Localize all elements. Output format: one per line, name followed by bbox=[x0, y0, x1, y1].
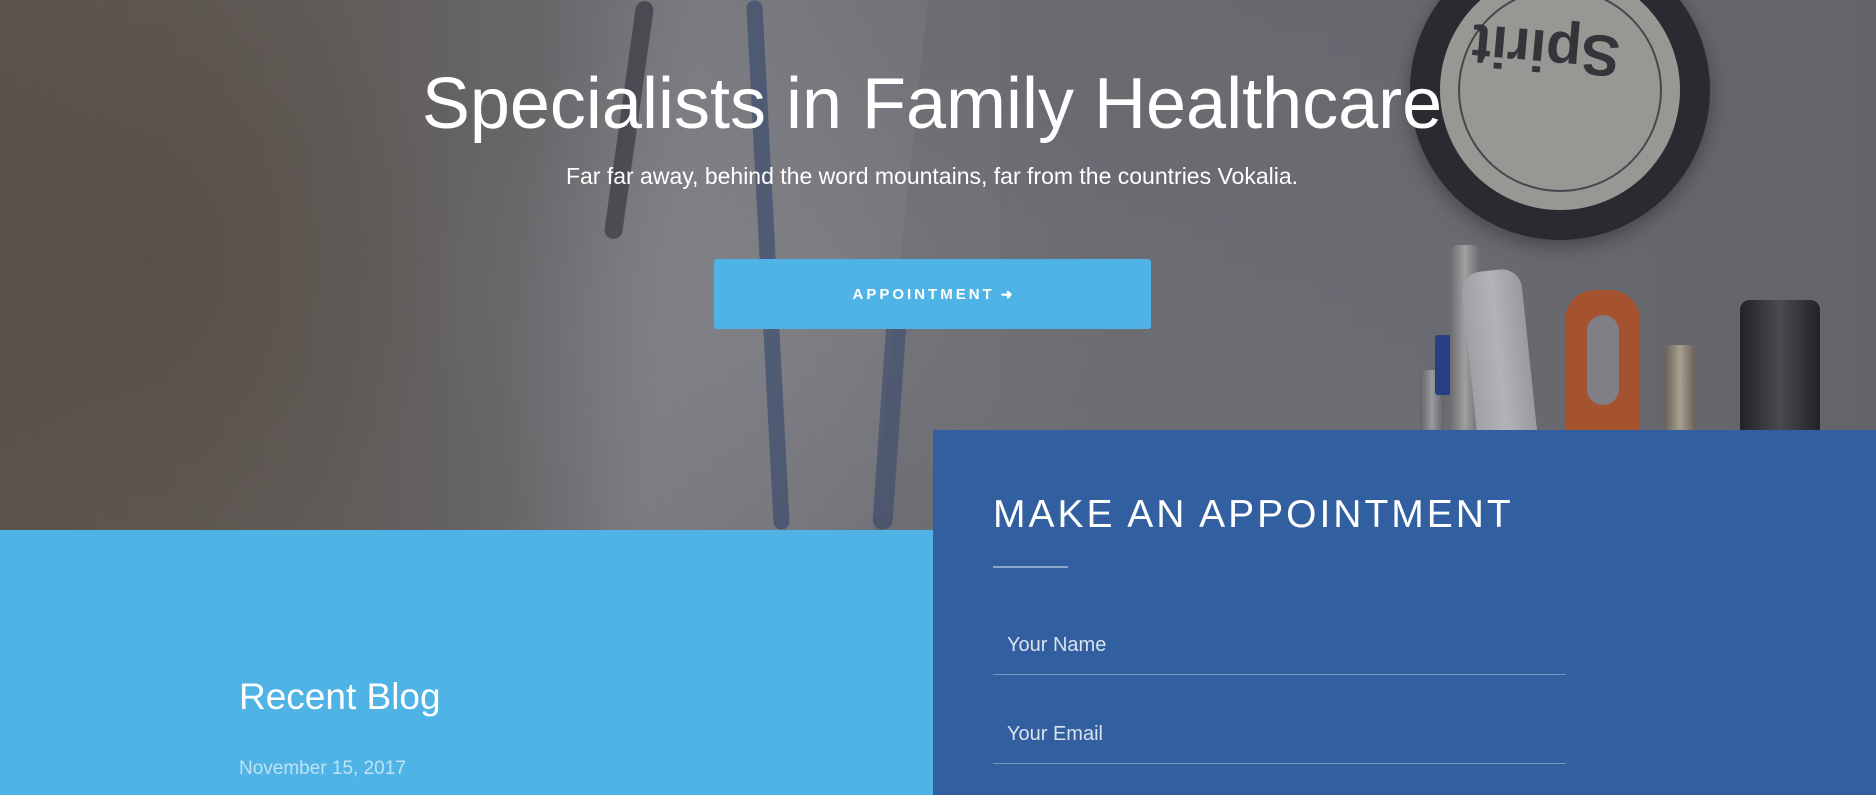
name-input[interactable] bbox=[993, 617, 1566, 675]
appointment-button-label: APPOINTMENT bbox=[852, 285, 995, 303]
arrow-right-icon: ➜ bbox=[1000, 285, 1013, 302]
recent-blog-heading: Recent Blog bbox=[239, 676, 441, 717]
email-input[interactable] bbox=[993, 706, 1566, 764]
appointment-button[interactable]: APPOINTMENT ➜ bbox=[714, 259, 1151, 329]
blog-post-date[interactable]: November 15, 2017 bbox=[239, 757, 406, 781]
appointment-form-heading: MAKE AN APPOINTMENT bbox=[993, 493, 1514, 536]
hero-title: Specialists in Family Healthcare bbox=[421, 64, 1443, 144]
page: Spirit Specialists in Family Healthcare … bbox=[0, 0, 1876, 795]
heading-divider bbox=[993, 566, 1068, 568]
hero-subtitle: Far far away, behind the word mountains,… bbox=[565, 163, 1299, 189]
recent-blog-section bbox=[0, 530, 933, 795]
